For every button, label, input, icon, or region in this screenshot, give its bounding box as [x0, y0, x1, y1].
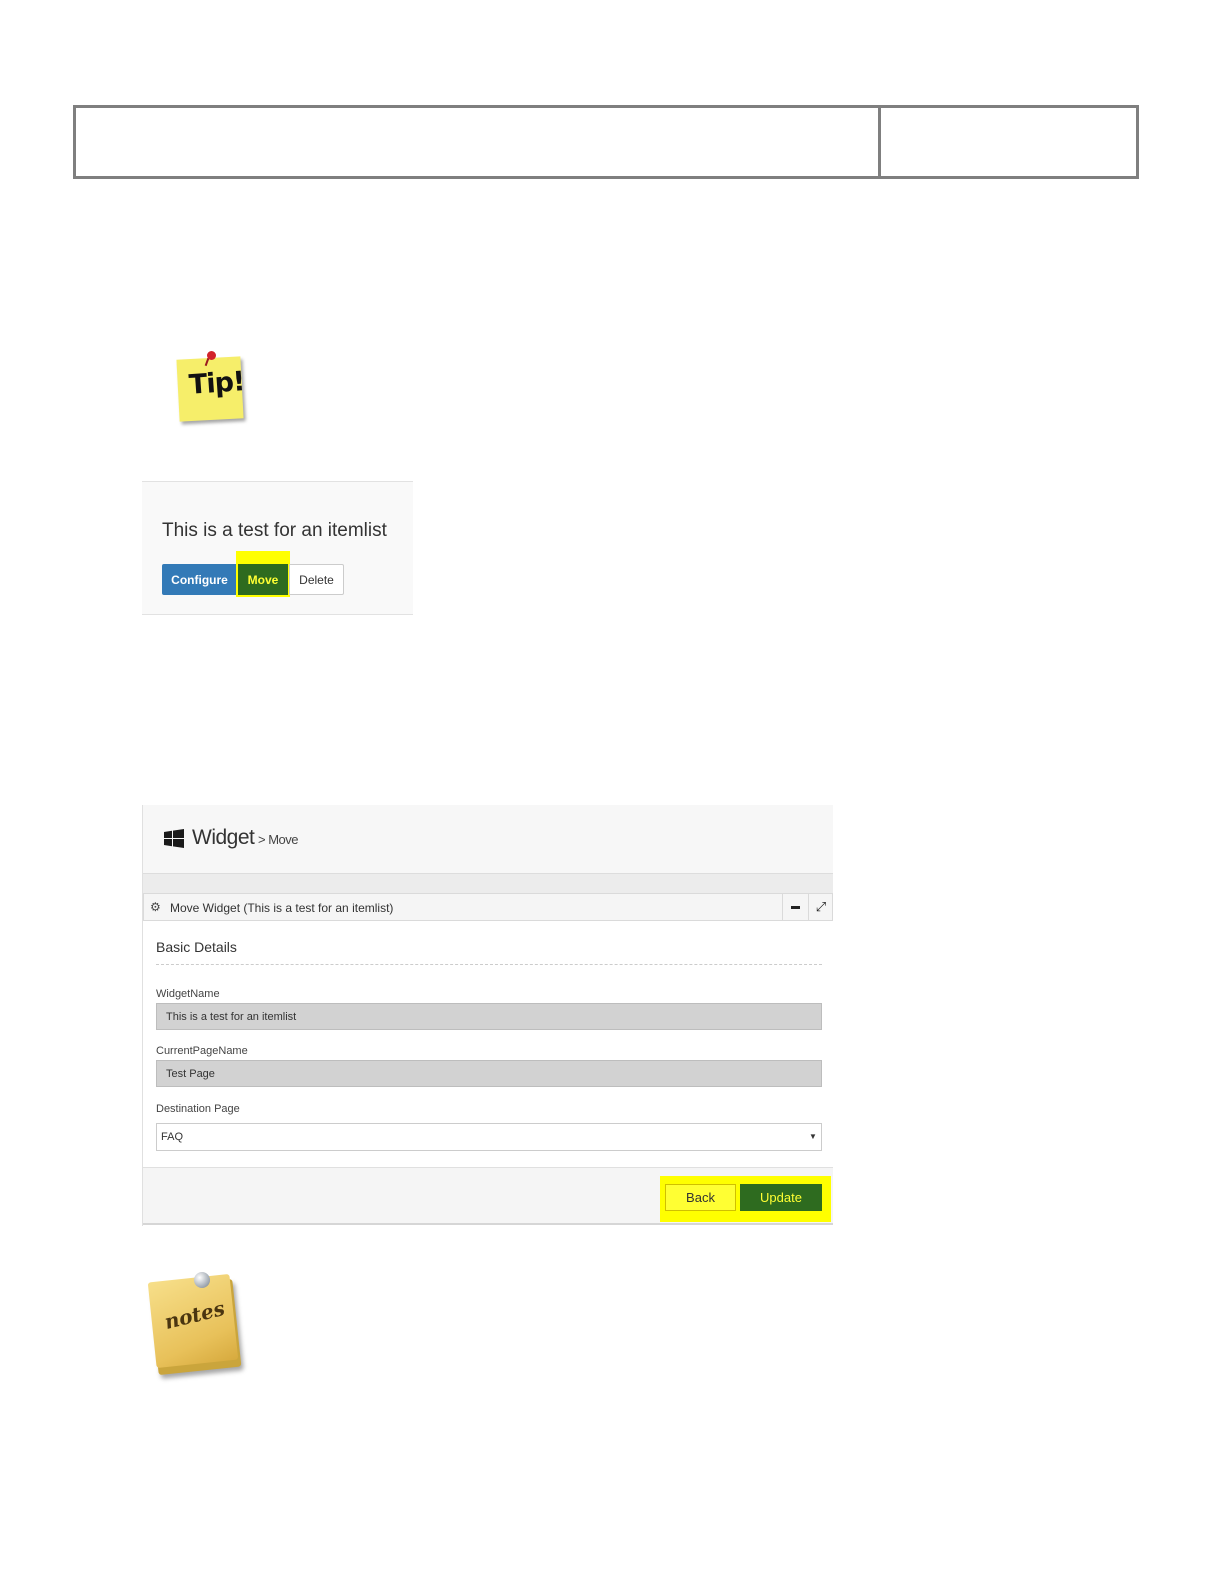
header-separator: [143, 873, 833, 893]
current-page-name-label: CurrentPageName: [156, 1045, 248, 1057]
widget-name-label: WidgetName: [156, 988, 220, 1000]
delete-button[interactable]: Delete: [289, 564, 344, 595]
widget-name-field[interactable]: This is a test for an itemlist: [156, 1003, 822, 1030]
destination-page-label: Destination Page: [156, 1103, 240, 1115]
move-button[interactable]: Move: [238, 564, 288, 595]
update-button[interactable]: Update: [740, 1184, 822, 1211]
back-button[interactable]: Back: [665, 1184, 736, 1211]
destination-page-select[interactable]: FAQ: [156, 1123, 822, 1151]
section-title: Basic Details: [156, 939, 237, 955]
minus-icon: [791, 905, 800, 909]
tip-label: Tip!: [187, 366, 246, 401]
pushpin-icon: [207, 351, 216, 360]
document-header-table: [73, 105, 1139, 179]
chevron-down-icon: ▼: [809, 1132, 817, 1141]
configure-button[interactable]: Configure: [162, 564, 237, 595]
header-cell-left: [76, 108, 881, 176]
section-divider: [156, 964, 822, 965]
minimize-button[interactable]: [782, 894, 808, 920]
current-page-name-field[interactable]: Test Page: [156, 1060, 822, 1087]
widget-title: This is a test for an itemlist: [162, 520, 387, 541]
windows-icon: [164, 829, 184, 848]
page-title: Widget: [192, 826, 255, 849]
expand-button[interactable]: ⤢: [808, 894, 833, 920]
header-cell-right: [881, 108, 1136, 176]
thumbtack-icon: [194, 1272, 210, 1288]
expand-icon: ⤢: [815, 899, 827, 914]
breadcrumb: > Move: [258, 832, 299, 847]
cogs-icon: ⚙: [150, 900, 161, 914]
panel-title: Move Widget (This is a test for an iteml…: [170, 901, 394, 915]
